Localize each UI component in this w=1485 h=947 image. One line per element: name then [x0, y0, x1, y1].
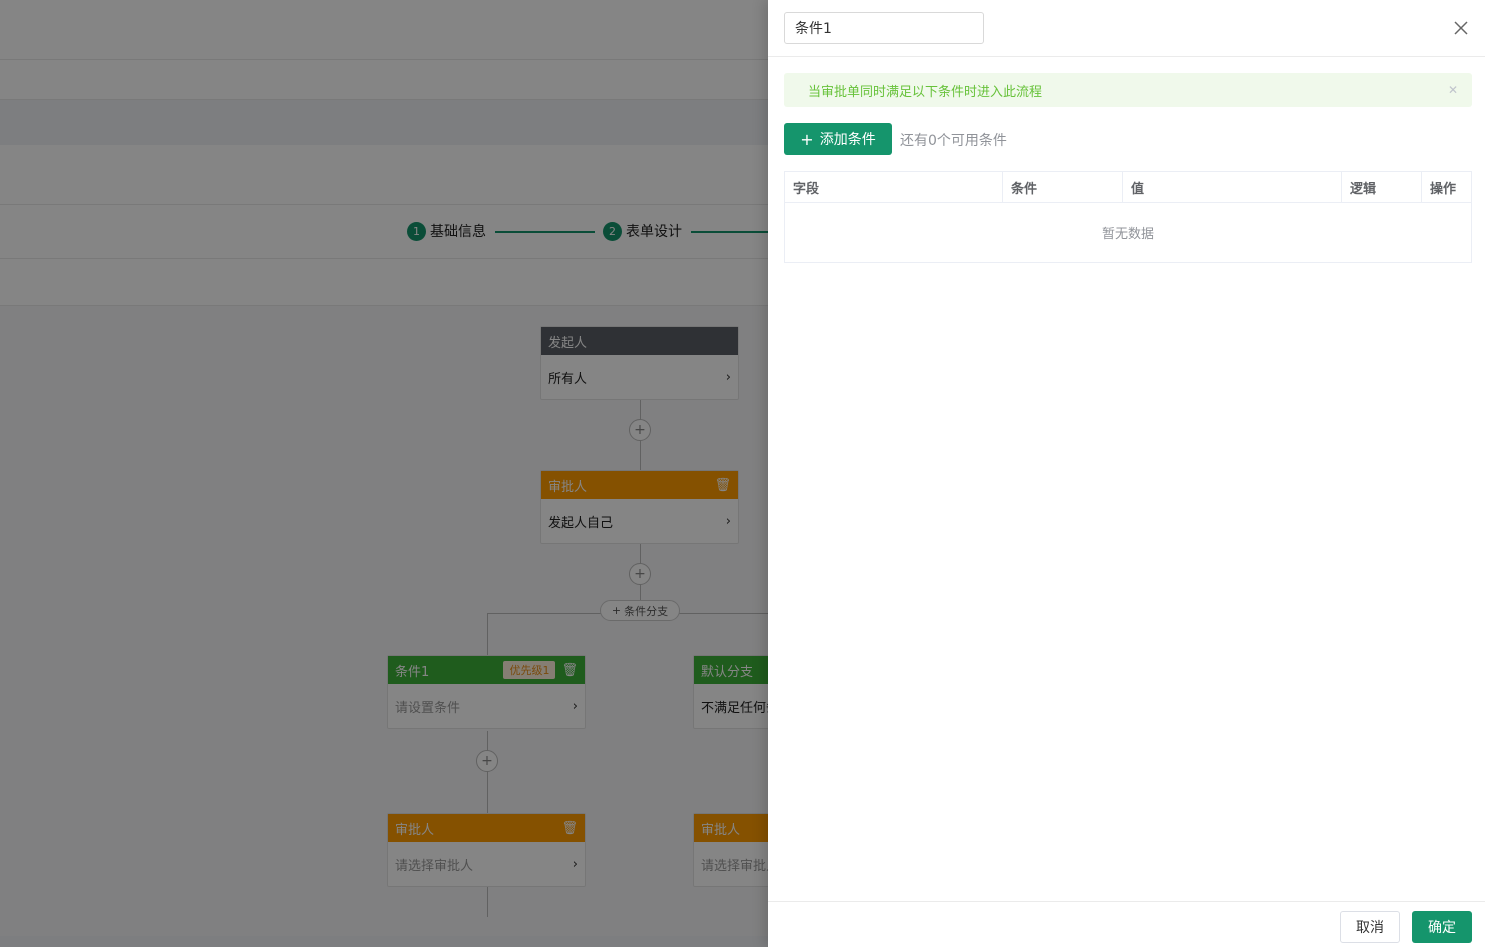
column-header: 逻辑	[1342, 172, 1422, 202]
conditions-table: 字段 条件 值 逻辑 操作 暂无数据	[784, 171, 1472, 263]
empty-state: 暂无数据	[1101, 227, 1154, 242]
column-header: 条件	[1003, 172, 1123, 202]
table-header: 字段 条件 值 逻辑 操作	[785, 172, 1471, 203]
drawer-footer: 取消 确定	[768, 901, 1485, 947]
condition-drawer: 当审批单同时满足以下条件时进入此流程 ✕ + 添加条件 还有0个可用条件 字段 …	[768, 0, 1485, 947]
confirm-button[interactable]: 确定	[1412, 911, 1472, 943]
column-header: 操作	[1430, 181, 1457, 197]
condition-name-input[interactable]	[784, 12, 984, 44]
plus-icon: +	[800, 129, 814, 149]
close-icon[interactable]	[1451, 18, 1471, 38]
add-condition-button[interactable]: + 添加条件	[784, 123, 892, 155]
column-header: 值	[1123, 172, 1342, 202]
drawer-header	[768, 0, 1485, 57]
cancel-button[interactable]: 取消	[1340, 911, 1400, 943]
info-alert: 当审批单同时满足以下条件时进入此流程 ✕	[784, 73, 1472, 107]
add-condition-label: 添加条件	[819, 132, 876, 148]
alert-close-icon[interactable]: ✕	[1448, 83, 1458, 97]
alert-text: 当审批单同时满足以下条件时进入此流程	[808, 84, 1043, 100]
available-conditions-hint: 还有0个可用条件	[900, 133, 1007, 149]
column-header: 字段	[785, 172, 1003, 202]
